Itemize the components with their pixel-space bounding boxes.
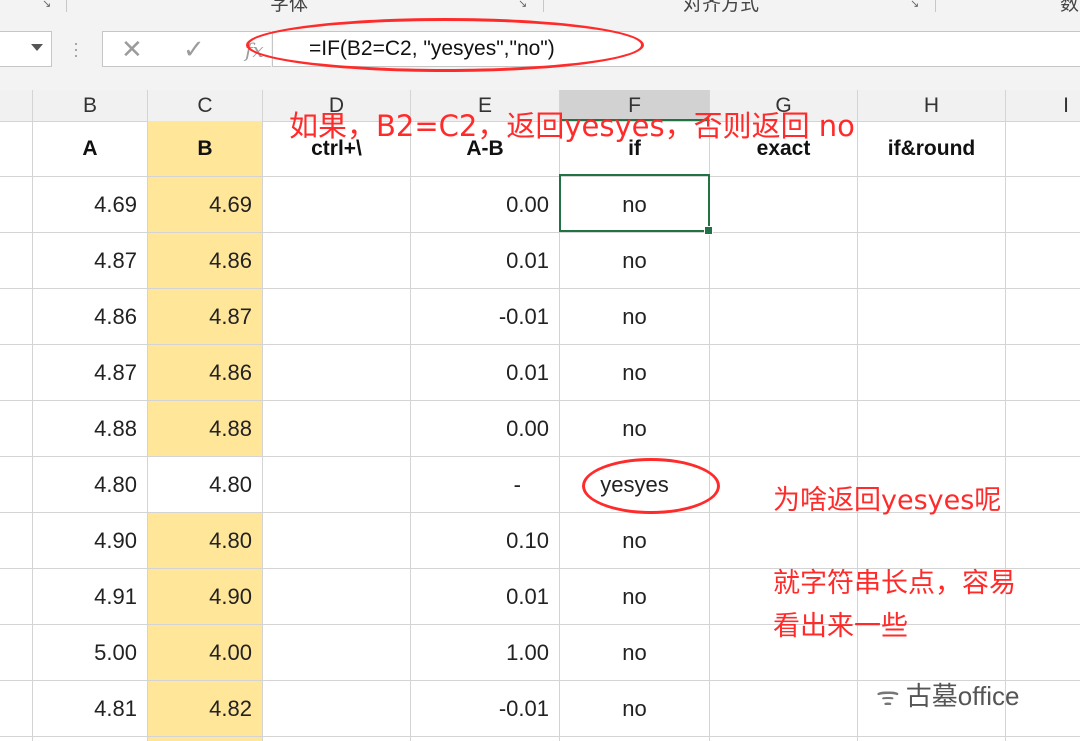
cell-b3[interactable]: 4.87 (33, 233, 147, 289)
annotation-note-line2: 看出来一些 (773, 611, 908, 642)
chevron-down-icon[interactable] (31, 44, 43, 51)
cell-e9[interactable]: 0.01 (411, 569, 559, 625)
cell-b7[interactable]: 4.80 (33, 457, 147, 513)
cell-c9[interactable]: 4.90 (148, 569, 262, 625)
cell-c11[interactable]: 4.82 (148, 681, 262, 737)
cell-b2[interactable]: 4.69 (33, 177, 147, 233)
column-header-i[interactable]: I (1006, 90, 1080, 121)
cell-b5[interactable]: 4.87 (33, 345, 147, 401)
cancel-icon[interactable]: ✕ (121, 34, 143, 65)
cell-e11[interactable]: -0.01 (411, 681, 559, 737)
cell-b11[interactable]: 4.81 (33, 681, 147, 737)
cell-e10[interactable]: 1.00 (411, 625, 559, 681)
ribbon-separator (66, 0, 67, 12)
cell-e6[interactable]: 0.00 (411, 401, 559, 457)
grid-column-line (857, 121, 858, 741)
cell-f3[interactable]: no (560, 233, 709, 289)
alignment-launcher-icon[interactable]: ↘ (910, 0, 919, 10)
annotation-top: 如果，B2=C2，返回yesyes，否则返回 no (289, 109, 855, 143)
cell-e2[interactable]: 0.00 (411, 177, 559, 233)
grid-column-line (262, 121, 263, 741)
cell-c5[interactable]: 4.86 (148, 345, 262, 401)
annotation-question: 为啥返回yesyes呢 (773, 485, 1002, 516)
font-launcher-icon[interactable]: ↘ (518, 0, 527, 10)
cell-e7[interactable]: - (411, 457, 559, 513)
cell-c3[interactable]: 4.86 (148, 233, 262, 289)
column-header-c[interactable]: C (148, 90, 263, 121)
cell-e4[interactable]: -0.01 (411, 289, 559, 345)
fill-handle[interactable] (704, 226, 713, 235)
cell-c6[interactable]: 4.88 (148, 401, 262, 457)
cell-e8[interactable]: 0.10 (411, 513, 559, 569)
cell-b6[interactable]: 4.88 (33, 401, 147, 457)
cell-f11[interactable]: no (560, 681, 709, 737)
grid-column-line (1005, 121, 1006, 741)
name-box[interactable] (0, 31, 52, 67)
header-cell[interactable]: if&round (858, 121, 1005, 177)
cell-b4[interactable]: 4.86 (33, 289, 147, 345)
cell-b10[interactable]: 5.00 (33, 625, 147, 681)
cell-e3[interactable]: 0.01 (411, 233, 559, 289)
cell-c4[interactable]: 4.87 (148, 289, 262, 345)
header-cell[interactable]: A (33, 121, 147, 177)
wechat-icon: ᯤ (876, 681, 900, 711)
select-all-corner[interactable] (0, 90, 33, 121)
ribbon-separator (543, 0, 544, 12)
cell-b8[interactable]: 4.90 (33, 513, 147, 569)
cell-b9[interactable]: 4.91 (33, 569, 147, 625)
cell-c7[interactable]: 4.80 (148, 457, 262, 513)
confirm-icon[interactable]: ✓ (183, 34, 205, 65)
sheet-grid[interactable]: A Bctrl+\ A-B if exact if&round 4.69 4.69 0.00 no… (0, 121, 1080, 741)
cell-c10[interactable]: 4.00 (148, 625, 262, 681)
cell-f8[interactable]: no (560, 513, 709, 569)
formula-highlight-ring (246, 18, 644, 72)
clipboard-launcher-icon[interactable]: ↘ (42, 0, 51, 10)
active-cell-f2[interactable] (559, 174, 713, 235)
cell-e5[interactable]: 0.01 (411, 345, 559, 401)
cell-f4[interactable]: no (560, 289, 709, 345)
cell-f9[interactable]: no (560, 569, 709, 625)
header-cell[interactable]: B (148, 121, 262, 177)
cell-c8[interactable]: 4.80 (148, 513, 262, 569)
column-header-h[interactable]: H (858, 90, 1006, 121)
cell-c2[interactable]: 4.69 (148, 177, 262, 233)
watermark-text: 古墓office (905, 681, 1020, 711)
cell-f10[interactable]: no (560, 625, 709, 681)
cell-f6[interactable]: no (560, 401, 709, 457)
ribbon-separator (935, 0, 936, 12)
yesyes-highlight-ring (582, 458, 720, 514)
annotation-note-line1: 就字符串长点，容易 (773, 568, 1016, 599)
drag-handle-icon[interactable]: · · · (73, 34, 79, 64)
cell-f5[interactable]: no (560, 345, 709, 401)
column-header-b[interactable]: B (33, 90, 148, 121)
formula-buttons: ✕ ✓ fx (102, 31, 271, 67)
watermark: ᯤ 古墓office (876, 676, 1019, 713)
